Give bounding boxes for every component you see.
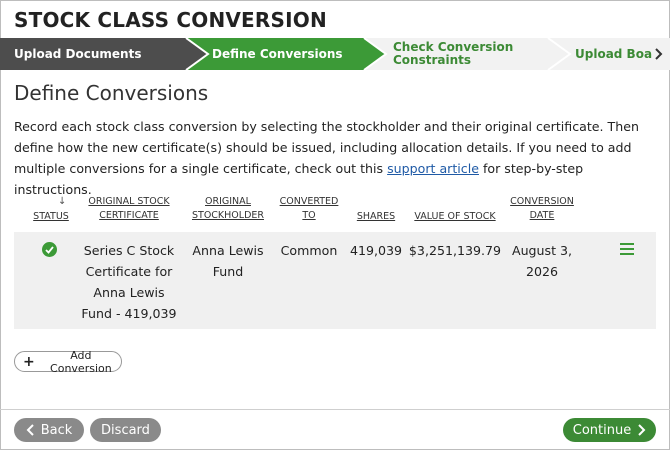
chevron-left-icon [26, 424, 34, 436]
add-conversion-button[interactable]: + Add Conversion [14, 348, 122, 375]
header-line: STOCKHOLDER [191, 210, 264, 221]
step-check-conversion-constraints[interactable]: Check Conversion Constraints [364, 38, 570, 70]
cell-converted-to: Common [280, 243, 338, 258]
step-label: Upload Documents [14, 46, 142, 61]
stepper: Upload Documents Define Conversions Chec… [0, 38, 670, 70]
footer-divider [0, 409, 670, 410]
back-button[interactable]: Back [14, 418, 84, 442]
step-label: Check Conversion Constraints [393, 41, 513, 67]
column-header-value-of-stock[interactable]: VALUE OF STOCK [408, 210, 502, 224]
cell-value-of-stock: $3,251,139.79 [408, 243, 502, 258]
header-line: TO [302, 210, 316, 221]
cell-conversion-date: August 3, 2026 [504, 240, 580, 282]
step-label: Define Conversions [212, 46, 343, 61]
support-article-link[interactable]: support article [387, 161, 479, 176]
cell-line: 2026 [525, 264, 559, 279]
cell-line: Series C Stock [83, 243, 175, 258]
add-conversion-label: Add Conversion [50, 348, 112, 375]
column-header-status[interactable]: STATUS [28, 210, 74, 224]
header-line: CONVERSION [510, 196, 574, 207]
sort-arrow-icon: ↓ [58, 196, 67, 207]
chevron-right-icon [638, 424, 646, 436]
cell-line: Fund - 419,039 [81, 306, 177, 321]
back-label: Back [40, 422, 73, 438]
column-header-conversion-date[interactable]: CONVERSION DATE [504, 195, 580, 223]
column-header-converted-to[interactable]: CONVERTED TO [274, 195, 344, 223]
discard-button[interactable]: Discard [90, 418, 161, 442]
header-line: CONVERTED [279, 196, 339, 207]
check-circle-icon [42, 242, 57, 257]
discard-label: Discard [101, 422, 150, 438]
step-label-line: Constraints [393, 53, 472, 67]
cell-line: Anna Lewis [93, 285, 165, 300]
header-line: ORIGINAL STOCK [88, 196, 170, 207]
step-upload-documents[interactable]: Upload Documents [0, 38, 208, 70]
continue-label: Continue [572, 422, 632, 438]
continue-button[interactable]: Continue [563, 418, 656, 442]
header-line: ORIGINAL [205, 196, 251, 207]
cell-line: Certificate for [85, 264, 173, 279]
section-title: Define Conversions [14, 81, 209, 105]
step-separator [547, 38, 572, 70]
step-define-conversions[interactable]: Define Conversions [186, 38, 386, 70]
step-separator [185, 38, 210, 70]
cell-original-stockholder: Anna Lewis Fund [186, 240, 270, 282]
cell-line: Anna Lewis [192, 243, 264, 258]
header-line: DATE [529, 210, 555, 221]
column-header-original-stock-certificate[interactable]: ORIGINAL STOCK CERTIFICATE [78, 195, 180, 223]
hamburger-menu-icon[interactable] [620, 243, 634, 255]
intro-text: Record each stock class conversion by se… [14, 116, 659, 200]
plus-icon: + [23, 353, 35, 370]
header-line: CERTIFICATE [99, 210, 159, 221]
cell-original-certificate: Series C Stock Certificate for Anna Lewi… [76, 240, 182, 324]
cell-shares: 419,039 [349, 243, 403, 258]
step-label-line: Check Conversion [393, 40, 514, 54]
column-header-original-stockholder[interactable]: ORIGINAL STOCKHOLDER [186, 195, 270, 223]
cell-line: August 3, [511, 243, 573, 258]
cell-line: Fund [212, 264, 244, 279]
step-separator [363, 38, 388, 70]
column-header-shares[interactable]: SHARES [348, 210, 404, 224]
page-title: STOCK CLASS CONVERSION [14, 8, 327, 32]
chevron-right-icon[interactable] [652, 46, 666, 62]
